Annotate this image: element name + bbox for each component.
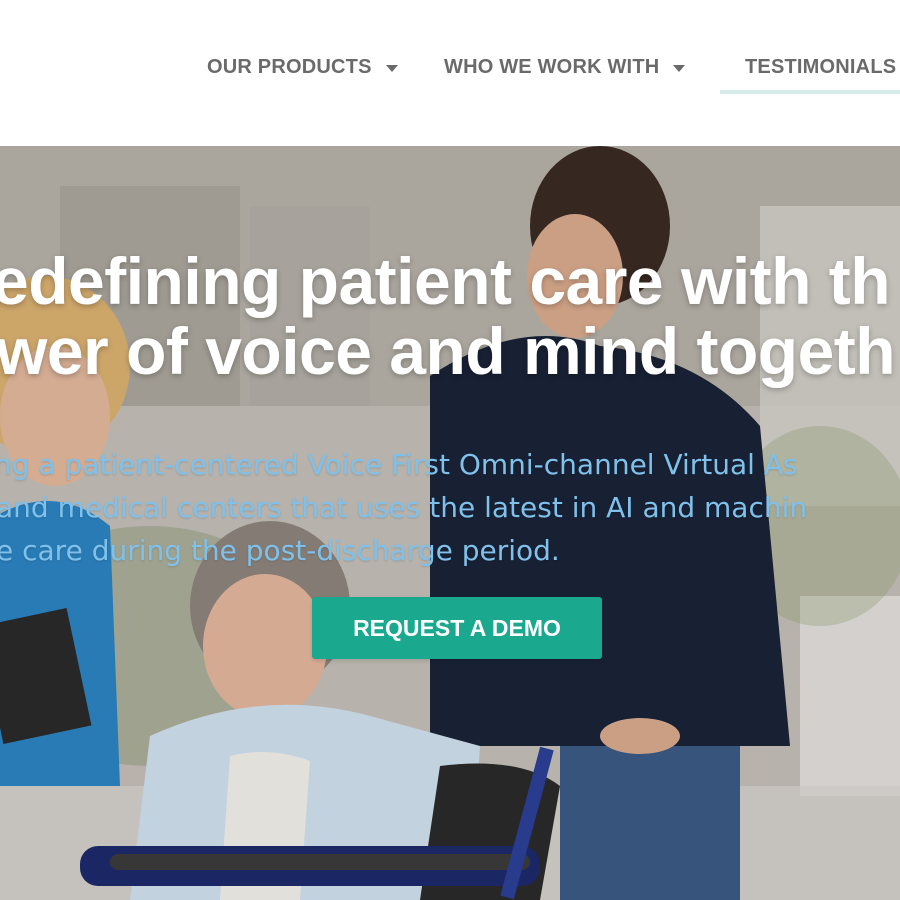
hero-subtext-line3: e care during the post-discharge period. (0, 534, 560, 567)
request-demo-button[interactable]: REQUEST A DEMO (312, 597, 602, 659)
nav-active-underline (720, 90, 900, 94)
site-header: OUR PRODUCTS WHO WE WORK WITH TESTIMONIA… (0, 0, 900, 146)
hero-section: edefining patient care with th wer of vo… (0, 146, 900, 900)
chevron-down-icon[interactable] (673, 64, 686, 72)
nav-our-products-label: OUR PRODUCTS (207, 55, 372, 78)
hero-subtext-line2: and medical centers that uses the latest… (0, 491, 808, 524)
nav-testimonials[interactable]: TESTIMONIALS (745, 50, 896, 84)
nav-who-we-work-with-label: WHO WE WORK WITH (444, 55, 660, 78)
nav-testimonials-label: TESTIMONIALS (745, 55, 897, 78)
hero-headline-line1: edefining patient care with th (0, 244, 891, 318)
hero-headline-line2: wer of voice and mind togeth (0, 314, 896, 388)
nav-who-we-work-with[interactable]: WHO WE WORK WITH (444, 50, 686, 84)
nav-our-products[interactable]: OUR PRODUCTS (207, 50, 398, 84)
hero-subtext-line1: ng a patient-centered Voice First Omni-c… (0, 448, 798, 481)
chevron-down-icon[interactable] (385, 64, 398, 72)
page: OUR PRODUCTS WHO WE WORK WITH TESTIMONIA… (0, 0, 900, 900)
